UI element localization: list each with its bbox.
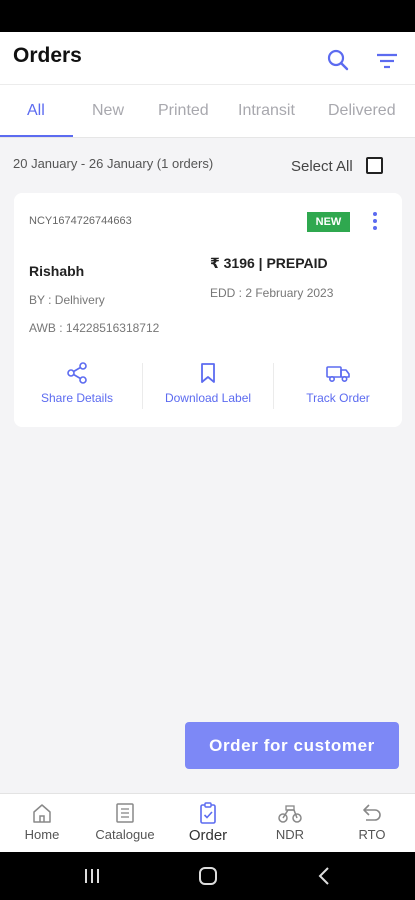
share-icon — [67, 362, 87, 384]
nav-order-label: Order — [188, 827, 228, 844]
home-system-icon[interactable] — [199, 867, 217, 885]
home-icon — [33, 804, 51, 823]
tab-printed[interactable]: Printed — [158, 102, 209, 120]
date-range-summary: 20 January - 26 January (1 orders) — [13, 156, 214, 171]
tab-all[interactable]: All — [27, 102, 45, 120]
back-icon[interactable] — [318, 867, 329, 885]
status-bar — [0, 0, 415, 32]
nav-rto[interactable]: RTO — [352, 802, 392, 842]
courier-name: BY : Delhivery — [29, 293, 105, 307]
bookmark-icon — [201, 363, 215, 383]
order-amount: ₹ 3196 | PREPAID — [210, 255, 328, 271]
order-id: NCY1674726744663 — [29, 215, 132, 227]
filter-icon[interactable] — [373, 46, 401, 74]
tab-new[interactable]: New — [92, 102, 124, 120]
select-all-checkbox[interactable] — [366, 157, 383, 174]
download-label-button[interactable]: Download Label — [148, 361, 268, 411]
truck-icon — [326, 366, 350, 383]
share-details-button[interactable]: Share Details — [17, 361, 137, 411]
nav-ndr-label: NDR — [275, 827, 305, 842]
nav-home-label: Home — [24, 827, 60, 842]
nav-home[interactable]: Home — [22, 802, 62, 842]
track-order-button[interactable]: Track Order — [278, 361, 398, 411]
order-icon — [200, 802, 216, 824]
recents-icon[interactable] — [85, 869, 99, 883]
action-divider — [273, 363, 274, 409]
expected-delivery-date: EDD : 2 February 2023 — [210, 286, 334, 300]
status-badge: NEW — [307, 212, 350, 232]
nav-catalogue[interactable]: Catalogue — [90, 802, 160, 842]
active-tab-indicator — [0, 135, 73, 137]
system-navigation-bar — [0, 852, 415, 900]
select-all-label[interactable]: Select All — [291, 158, 353, 175]
tab-intransit[interactable]: Intransit — [238, 102, 295, 120]
order-for-customer-button[interactable]: Order for customer — [185, 722, 399, 769]
awb-number: AWB : 14228516318712 — [29, 321, 160, 335]
customer-name: Rishabh — [29, 263, 85, 279]
order-status-tabs: All New Printed Intransit Delivered — [0, 84, 415, 138]
action-divider — [142, 363, 143, 409]
nav-ndr[interactable]: NDR — [270, 802, 310, 842]
rto-icon — [363, 804, 381, 821]
nav-order[interactable]: Order — [182, 802, 234, 844]
page-title: Orders — [13, 44, 82, 67]
bottom-navigation: Home Catalogue Order NDR RTO — [0, 793, 415, 852]
search-icon[interactable] — [324, 46, 352, 74]
more-options-icon[interactable] — [369, 211, 381, 231]
track-order-label: Track Order — [306, 391, 370, 405]
tab-delivered[interactable]: Delivered — [328, 102, 396, 120]
share-details-label: Share Details — [40, 391, 114, 405]
download-label-label: Download Label — [164, 391, 252, 405]
nav-catalogue-label: Catalogue — [95, 827, 155, 842]
nav-rto-label: RTO — [358, 827, 386, 842]
order-card[interactable]: NCY1674726744663 NEW Rishabh ₹ 3196 | PR… — [14, 193, 402, 427]
ndr-icon — [278, 805, 302, 823]
app-header: Orders — [0, 32, 415, 84]
catalogue-icon — [116, 803, 134, 823]
